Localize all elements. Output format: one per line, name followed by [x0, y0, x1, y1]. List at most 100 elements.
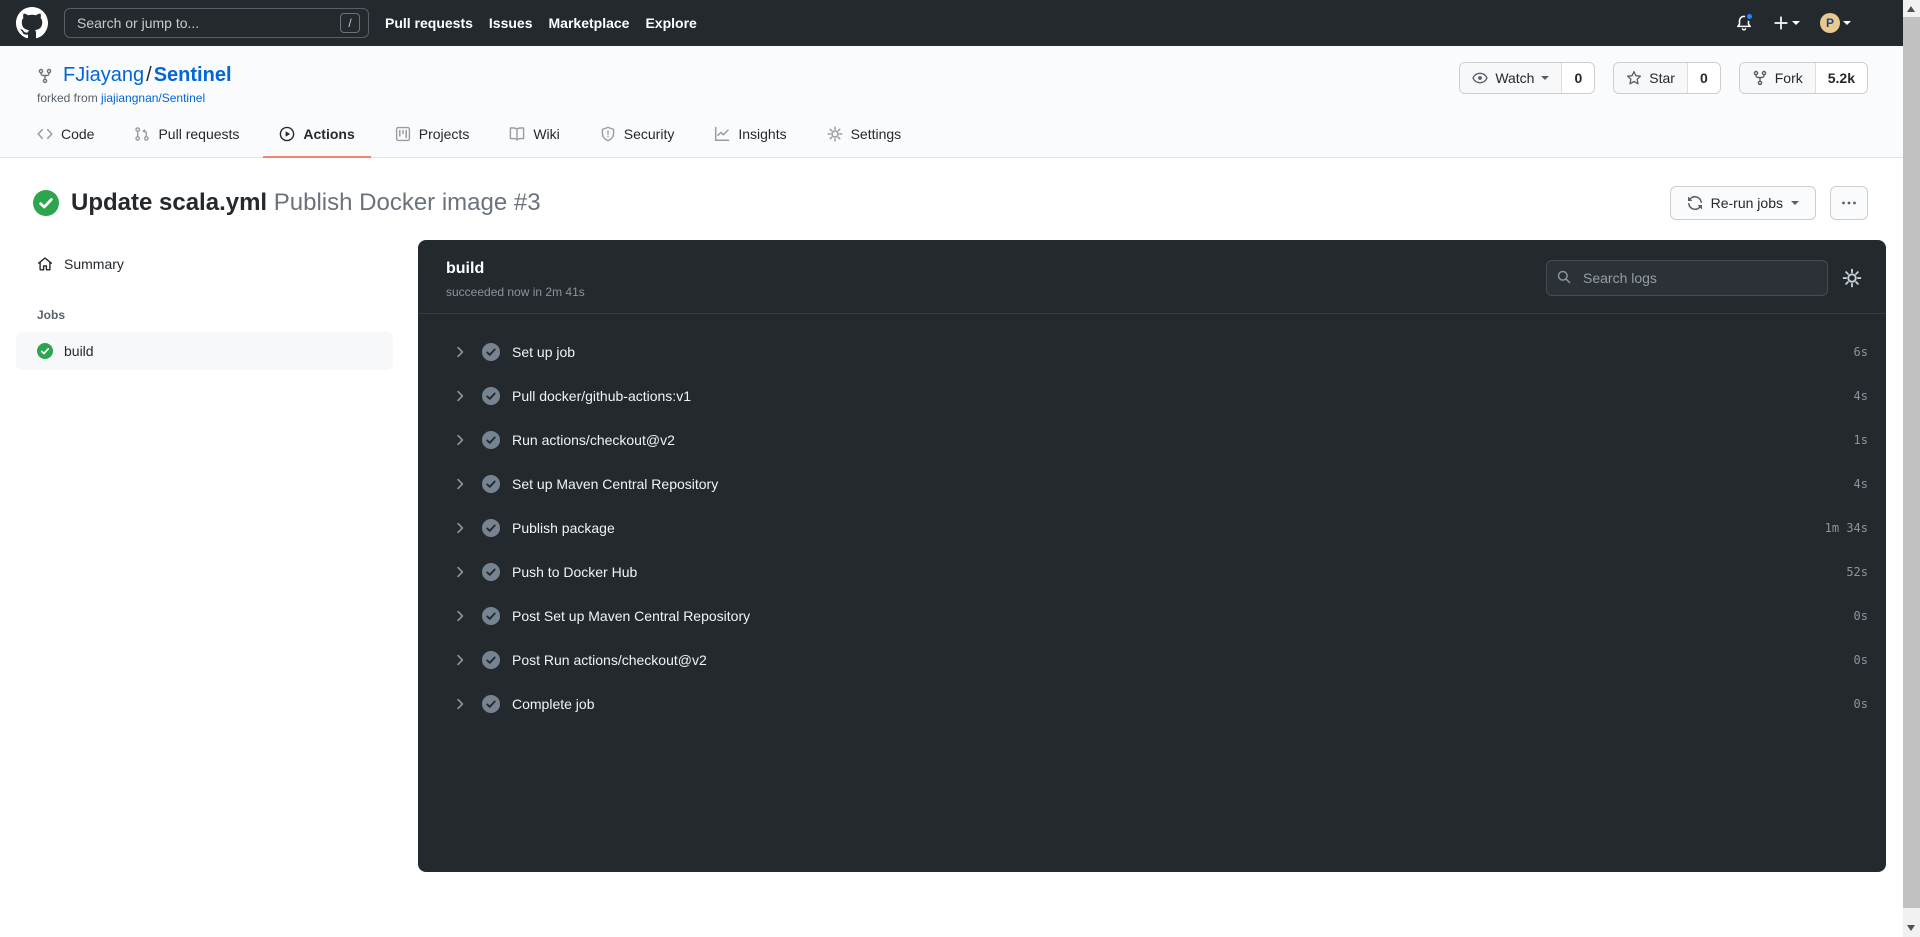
- plus-icon: [1773, 15, 1789, 31]
- pull-request-icon: [134, 126, 150, 142]
- nav-explore[interactable]: Explore: [645, 15, 696, 31]
- run-title-commit: Update scala.yml: [71, 189, 267, 216]
- book-icon: [509, 126, 525, 142]
- fork-button[interactable]: Fork 5.2k: [1739, 62, 1868, 94]
- user-menu-button[interactable]: P: [1820, 13, 1851, 33]
- log-search-input[interactable]: [1546, 260, 1828, 296]
- watch-label: Watch: [1495, 70, 1534, 86]
- repo-forked-icon: [37, 68, 53, 84]
- vertical-scrollbar[interactable]: [1903, 0, 1920, 937]
- sync-icon: [1687, 195, 1703, 211]
- watch-count[interactable]: 0: [1561, 63, 1594, 93]
- graph-icon: [714, 126, 730, 142]
- job-log-header: build succeeded now in 2m 41s: [418, 240, 1886, 314]
- step-row[interactable]: Push to Docker Hub 52s: [418, 550, 1886, 594]
- step-success-check-icon: [482, 607, 500, 625]
- step-row[interactable]: Publish package 1m 34s: [418, 506, 1886, 550]
- step-row[interactable]: Pull docker/github-actions:v1 4s: [418, 374, 1886, 418]
- page-title: Update scala.yml Publish Docker image #3: [71, 189, 541, 217]
- tab-settings[interactable]: Settings: [811, 126, 918, 158]
- step-duration: 1m 34s: [1825, 521, 1868, 535]
- sidebar-item-job-build[interactable]: build: [16, 332, 393, 370]
- job-log-panel: build succeeded now in 2m 41s: [418, 240, 1886, 872]
- tab-pull-requests[interactable]: Pull requests: [118, 126, 255, 158]
- global-search-input[interactable]: [77, 15, 340, 31]
- step-success-check-icon: [482, 343, 500, 361]
- repo-owner-link[interactable]: FJiayang: [63, 64, 144, 86]
- fork-source-link[interactable]: jiajiangnan/Sentinel: [101, 91, 205, 105]
- step-name: Push to Docker Hub: [512, 564, 637, 580]
- github-logo-icon[interactable]: [16, 7, 48, 39]
- log-settings-button[interactable]: [1842, 268, 1862, 288]
- sidebar-item-summary[interactable]: Summary: [16, 246, 393, 282]
- step-success-check-icon: [482, 651, 500, 669]
- run-sidebar: Summary Jobs build: [16, 240, 393, 370]
- chevron-right-icon: [452, 696, 468, 712]
- tab-insights[interactable]: Insights: [698, 126, 802, 158]
- nav-marketplace[interactable]: Marketplace: [549, 15, 630, 31]
- nav-pull-requests[interactable]: Pull requests: [385, 15, 473, 31]
- step-name: Complete job: [512, 696, 595, 712]
- run-title-workflow: Publish Docker image #3: [274, 189, 541, 216]
- tab-wiki[interactable]: Wiki: [493, 126, 575, 158]
- tab-projects[interactable]: Projects: [379, 126, 486, 158]
- repo-name-link[interactable]: Sentinel: [154, 64, 232, 86]
- watch-button[interactable]: Watch 0: [1459, 62, 1595, 94]
- global-search[interactable]: /: [64, 8, 369, 38]
- chevron-down-icon: [1791, 201, 1799, 205]
- nav-issues[interactable]: Issues: [489, 15, 533, 31]
- unread-notification-dot: [1745, 12, 1754, 21]
- star-button[interactable]: Star 0: [1613, 62, 1720, 94]
- tab-security[interactable]: Security: [584, 126, 691, 158]
- chevron-right-icon: [452, 520, 468, 536]
- tab-code[interactable]: Code: [21, 126, 110, 158]
- step-name: Run actions/checkout@v2: [512, 432, 675, 448]
- chevron-down-icon: [1843, 21, 1851, 25]
- step-duration: 0s: [1854, 609, 1868, 623]
- home-icon: [37, 256, 53, 272]
- jobs-section-label: Jobs: [16, 282, 393, 332]
- notifications-button[interactable]: [1735, 14, 1753, 32]
- chevron-down-icon: [1792, 21, 1800, 25]
- fork-count[interactable]: 5.2k: [1815, 63, 1867, 93]
- scrollbar-up-arrow[interactable]: [1907, 6, 1915, 12]
- step-success-check-icon: [482, 695, 500, 713]
- scrollbar-down-arrow[interactable]: [1907, 925, 1915, 931]
- shield-icon: [600, 126, 616, 142]
- star-count[interactable]: 0: [1687, 63, 1720, 93]
- step-duration: 1s: [1854, 433, 1868, 447]
- chevron-right-icon: [452, 476, 468, 492]
- run-options-button[interactable]: [1830, 186, 1868, 220]
- step-name: Pull docker/github-actions:v1: [512, 388, 691, 404]
- global-header: / Pull requests Issues Marketplace Explo…: [0, 0, 1903, 46]
- step-row[interactable]: Set up Maven Central Repository 4s: [418, 462, 1886, 506]
- run-actions: Re-run jobs: [1670, 186, 1868, 220]
- step-success-check-icon: [482, 387, 500, 405]
- step-name: Publish package: [512, 520, 615, 536]
- step-row[interactable]: Post Set up Maven Central Repository 0s: [418, 594, 1886, 638]
- chevron-right-icon: [452, 432, 468, 448]
- tab-actions[interactable]: Actions: [263, 126, 370, 158]
- page: / Pull requests Issues Marketplace Explo…: [0, 0, 1903, 872]
- header-right: P: [1735, 13, 1851, 33]
- step-row[interactable]: Run actions/checkout@v2 1s: [418, 418, 1886, 462]
- slash-key-hint: /: [340, 13, 360, 33]
- step-row[interactable]: Post Run actions/checkout@v2 0s: [418, 638, 1886, 682]
- eye-icon: [1472, 70, 1488, 86]
- repo-header: FJiayang/Sentinel forked from jiajiangna…: [0, 46, 1903, 158]
- step-row[interactable]: Set up job 6s: [418, 330, 1886, 374]
- step-name: Set up job: [512, 344, 575, 360]
- fork-note-prefix: forked from: [37, 91, 98, 105]
- step-duration: 0s: [1854, 697, 1868, 711]
- fork-label: Fork: [1775, 70, 1803, 86]
- summary-label: Summary: [64, 256, 124, 272]
- chevron-right-icon: [452, 344, 468, 360]
- rerun-jobs-button[interactable]: Re-run jobs: [1670, 186, 1816, 220]
- step-row[interactable]: Complete job 0s: [418, 682, 1886, 726]
- create-new-button[interactable]: [1773, 15, 1800, 31]
- run-content: Summary Jobs build build succeeded now i…: [0, 240, 1903, 872]
- scrollbar-thumb[interactable]: [1903, 17, 1920, 908]
- avatar: P: [1820, 13, 1840, 33]
- step-name: Set up Maven Central Repository: [512, 476, 718, 492]
- chevron-down-icon: [1541, 76, 1549, 80]
